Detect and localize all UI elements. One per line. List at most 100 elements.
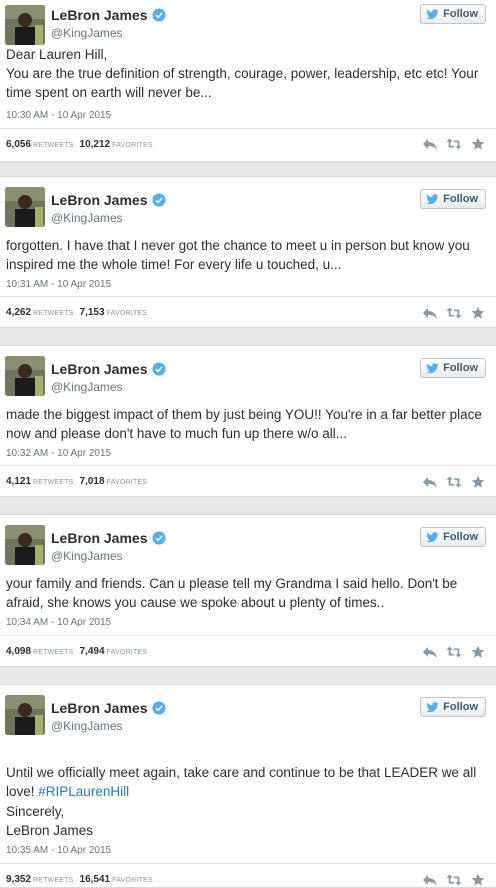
tweet-stats: 9,352 RETWEETS 16,541 FAVORITES xyxy=(6,874,159,885)
avatar[interactable] xyxy=(5,5,45,45)
tweet-text: Dear Lauren Hill, You are the true defin… xyxy=(6,47,479,100)
tweet-actions xyxy=(414,873,486,887)
favorite-star-icon[interactable] xyxy=(470,475,486,489)
tweet-stats: 4,121 RETWEETS 7,018 FAVORITES xyxy=(6,476,153,487)
tweet-stats: 4,262 RETWEETS 7,153 FAVORITES xyxy=(6,307,153,318)
tweet-stats: 4,098 RETWEETS 7,494 FAVORITES xyxy=(6,646,153,657)
tweet-text: forgotten. I have that I never got the c… xyxy=(6,238,470,272)
author-handle[interactable]: @KingJames xyxy=(51,380,123,394)
favorite-star-icon[interactable] xyxy=(470,873,486,887)
tweet-text-block: Until we officially meet again, take car… xyxy=(6,744,488,801)
verified-badge-icon xyxy=(152,362,167,376)
reply-icon[interactable] xyxy=(422,475,438,489)
retweet-count[interactable]: 4,262 xyxy=(6,307,31,318)
follow-button-label: Follow xyxy=(443,362,478,374)
author-row: LeBron James xyxy=(51,7,167,23)
follow-button[interactable]: Follow xyxy=(420,527,486,547)
follow-button-label: Follow xyxy=(443,193,478,205)
tweet-text: your family and friends. Can u please te… xyxy=(6,576,458,610)
favorite-count[interactable]: 7,018 xyxy=(80,476,105,487)
divider xyxy=(0,128,496,129)
author-row: LeBron James xyxy=(51,530,167,546)
follow-button[interactable]: Follow xyxy=(420,4,486,24)
divider xyxy=(0,635,496,636)
reply-icon[interactable] xyxy=(422,645,438,659)
retweets-label: RETWEETS xyxy=(33,479,74,486)
favorite-count[interactable]: 7,153 xyxy=(80,307,105,318)
tweet-timestamp[interactable]: 10:30 AM - 10 Apr 2015 xyxy=(6,110,111,121)
reply-icon[interactable] xyxy=(422,137,438,151)
author-name[interactable]: LeBron James xyxy=(51,361,147,377)
retweet-icon[interactable] xyxy=(446,137,462,151)
verified-badge-icon xyxy=(152,531,167,545)
verified-badge-icon xyxy=(152,193,167,207)
tweet-closing: Sincerely, LeBron James xyxy=(6,804,94,838)
tweet-timestamp[interactable]: 10:32 AM - 10 Apr 2015 xyxy=(6,448,111,459)
author-name[interactable]: LeBron James xyxy=(51,700,147,716)
tweet-actions xyxy=(414,137,486,151)
retweet-count[interactable]: 4,098 xyxy=(6,646,31,657)
twitter-bird-icon xyxy=(426,701,439,712)
reply-icon[interactable] xyxy=(422,306,438,320)
avatar[interactable] xyxy=(5,525,45,565)
retweet-icon[interactable] xyxy=(446,306,462,320)
favorite-star-icon[interactable] xyxy=(470,645,486,659)
tweet-card: LeBron James @KingJames Follow Until we … xyxy=(0,684,496,888)
tweet-actions xyxy=(414,306,486,320)
follow-button-label: Follow xyxy=(443,8,478,20)
tweet-actions xyxy=(414,475,486,489)
divider xyxy=(0,863,496,864)
retweet-count[interactable]: 6,056 xyxy=(6,139,31,150)
retweet-count[interactable]: 4,121 xyxy=(6,476,31,487)
author-name[interactable]: LeBron James xyxy=(51,7,147,23)
tweet-feed: LeBron James @KingJames Follow Dear Laur… xyxy=(0,0,496,888)
author-row: LeBron James xyxy=(51,192,167,208)
favorite-star-icon[interactable] xyxy=(470,137,486,151)
retweets-label: RETWEETS xyxy=(33,142,74,149)
author-row: LeBron James xyxy=(51,361,167,377)
retweet-icon[interactable] xyxy=(446,475,462,489)
follow-button-label: Follow xyxy=(443,701,478,713)
retweet-icon[interactable] xyxy=(446,645,462,659)
favorites-label: FAVORITES xyxy=(112,877,153,884)
favorites-label: FAVORITES xyxy=(106,310,148,317)
tweet-card: LeBron James @KingJames Follow Dear Laur… xyxy=(0,0,496,162)
author-name[interactable]: LeBron James xyxy=(51,530,147,546)
twitter-bird-icon xyxy=(426,362,439,373)
favorites-label: FAVORITES xyxy=(106,649,148,656)
tweet-timestamp[interactable]: 10:35 AM - 10 Apr 2015 xyxy=(6,845,111,856)
divider xyxy=(0,296,496,297)
follow-button[interactable]: Follow xyxy=(420,189,486,209)
tweet-actions xyxy=(414,645,486,659)
tweet-timestamp[interactable]: 10:34 AM - 10 Apr 2015 xyxy=(6,617,111,628)
hashtag-link[interactable]: #RIPLaurenHill xyxy=(38,784,129,799)
verified-badge-icon xyxy=(152,701,167,715)
avatar[interactable] xyxy=(5,356,45,396)
follow-button[interactable]: Follow xyxy=(420,358,486,378)
tweet-card: LeBron James @KingJames Follow forgotten… xyxy=(0,176,496,328)
tweet-text: made the biggest impact of them by just … xyxy=(6,407,482,441)
favorite-count[interactable]: 7,494 xyxy=(80,646,105,657)
twitter-bird-icon xyxy=(426,531,439,542)
retweet-count[interactable]: 9,352 xyxy=(6,874,31,885)
author-name[interactable]: LeBron James xyxy=(51,192,147,208)
tweet-stats: 6,056 RETWEETS 10,212 FAVORITES xyxy=(6,139,159,150)
author-handle[interactable]: @KingJames xyxy=(51,26,123,40)
avatar[interactable] xyxy=(5,695,45,735)
author-handle[interactable]: @KingJames xyxy=(51,719,123,733)
favorite-star-icon[interactable] xyxy=(470,306,486,320)
tweet-card: LeBron James @KingJames Follow your fami… xyxy=(0,514,496,667)
favorite-count[interactable]: 10,212 xyxy=(80,139,111,150)
avatar[interactable] xyxy=(5,187,45,227)
author-handle[interactable]: @KingJames xyxy=(51,211,123,225)
retweet-icon[interactable] xyxy=(446,873,462,887)
author-handle[interactable]: @KingJames xyxy=(51,549,123,563)
twitter-bird-icon xyxy=(426,193,439,204)
favorite-count[interactable]: 16,541 xyxy=(80,874,111,885)
reply-icon[interactable] xyxy=(422,873,438,887)
follow-button[interactable]: Follow xyxy=(420,697,486,717)
divider xyxy=(0,465,496,466)
retweets-label: RETWEETS xyxy=(33,310,74,317)
retweets-label: RETWEETS xyxy=(33,649,74,656)
tweet-timestamp[interactable]: 10:31 AM - 10 Apr 2015 xyxy=(6,279,111,290)
